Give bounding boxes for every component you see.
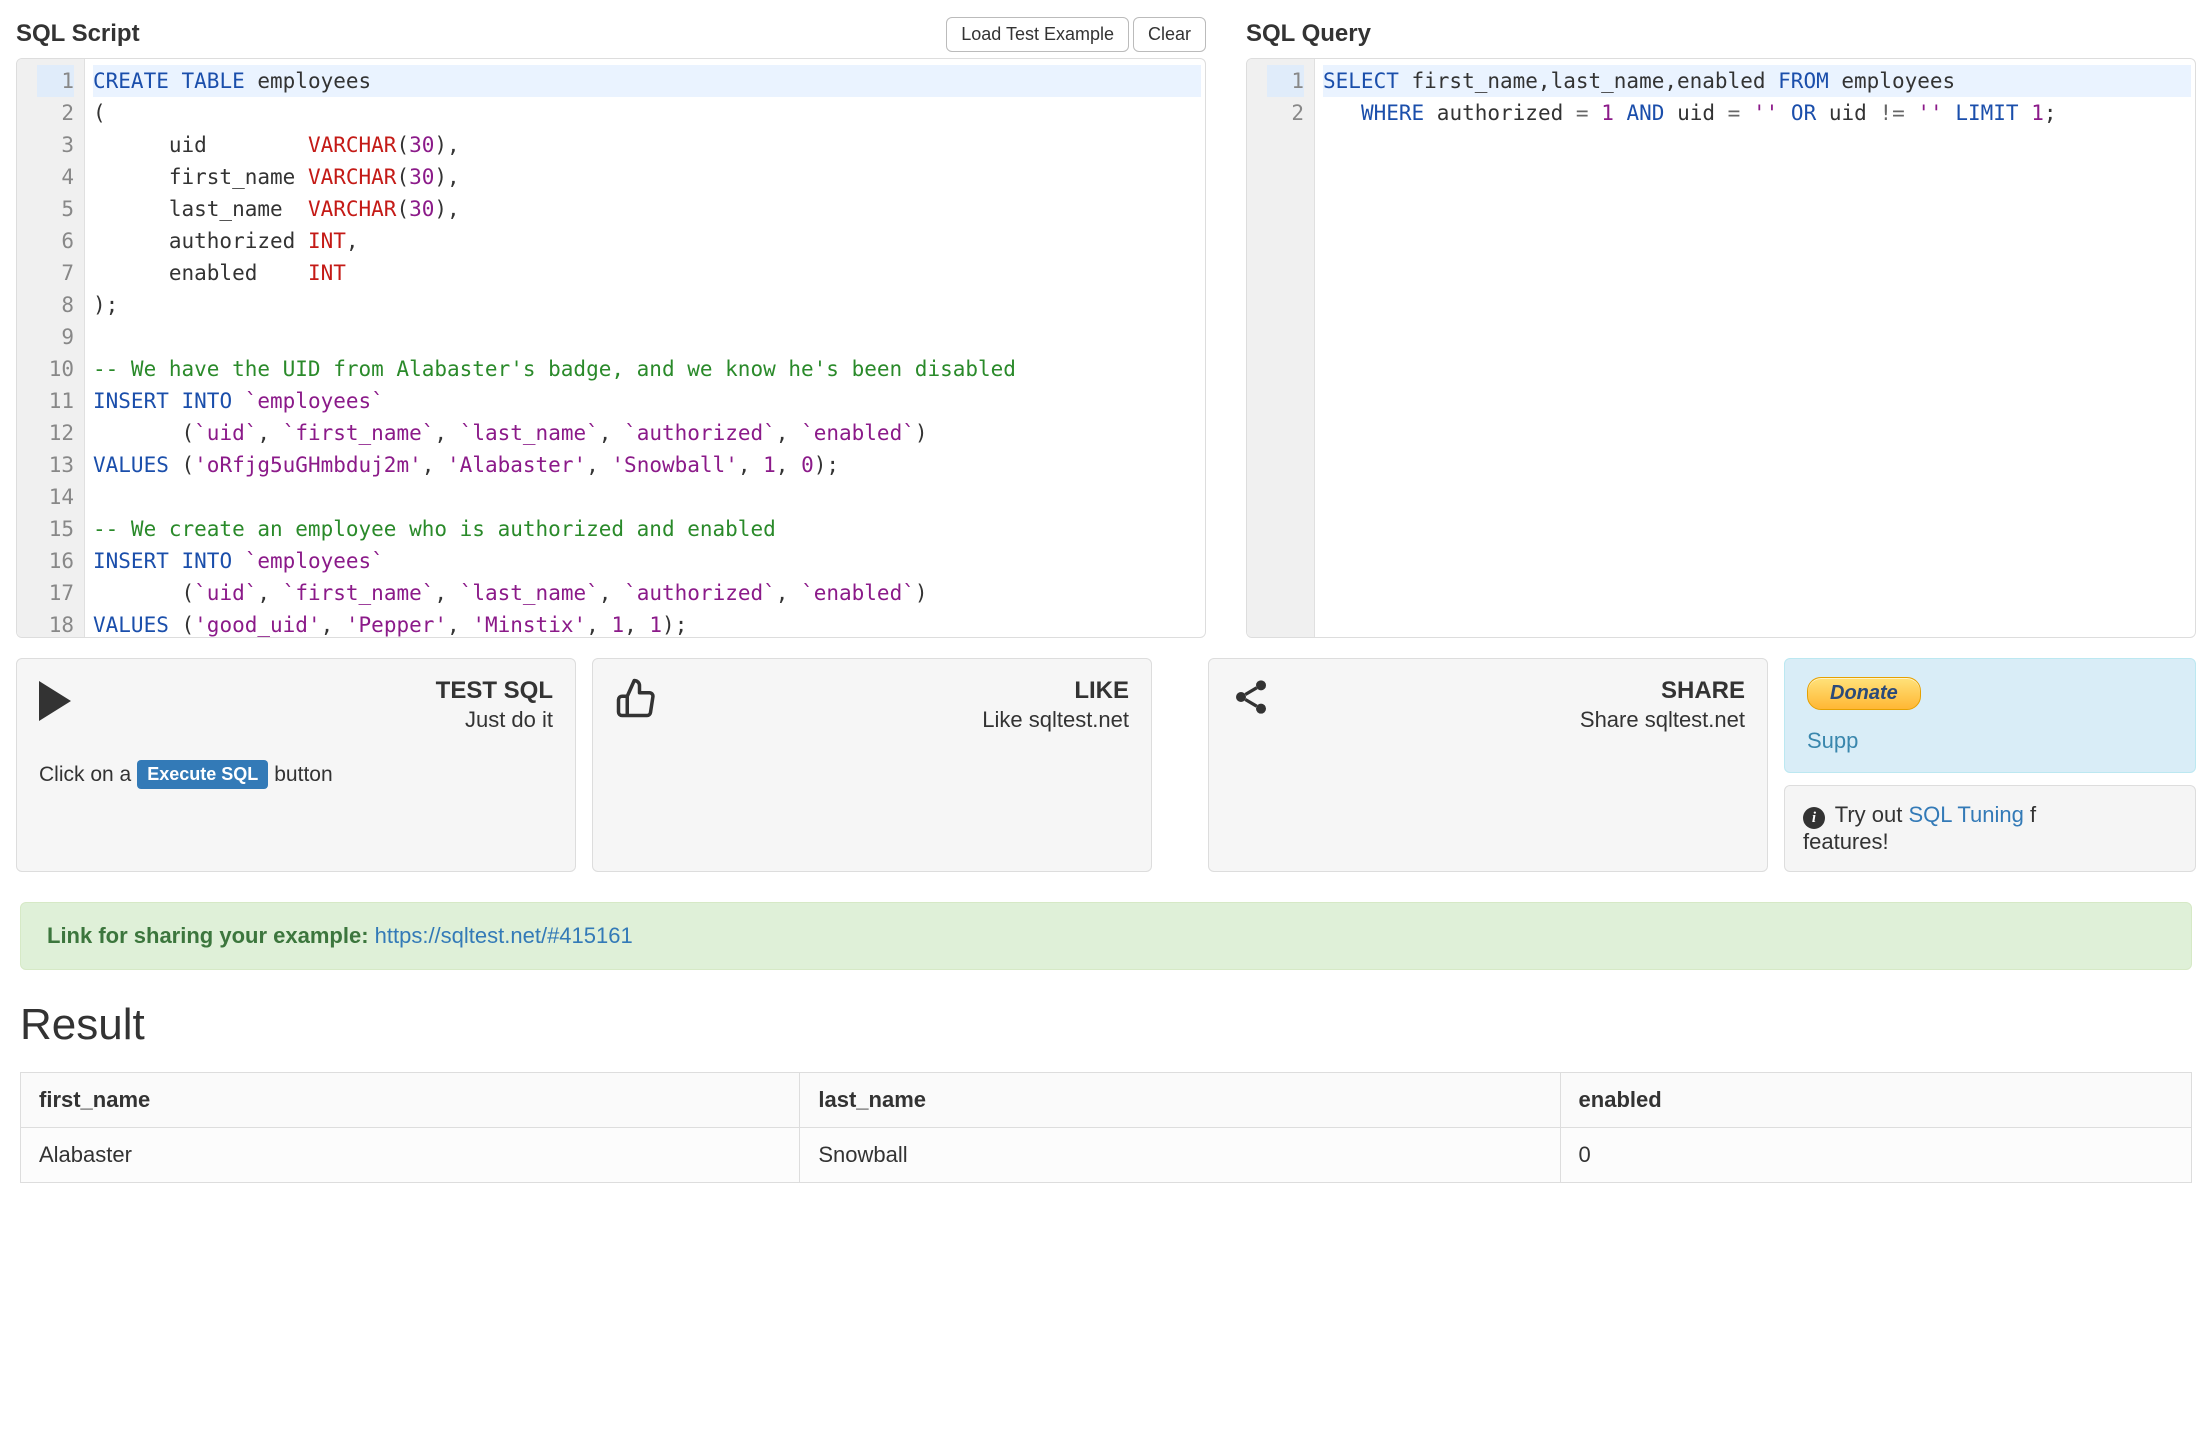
sql-tuning-link[interactable]: SQL Tuning bbox=[1908, 802, 2023, 827]
test-sql-box[interactable]: TEST SQL Just do it Click on a Execute S… bbox=[16, 658, 576, 872]
result-col-header: last_name bbox=[800, 1073, 1560, 1128]
donate-button[interactable]: Donate bbox=[1807, 677, 1921, 710]
sql-script-editor[interactable]: 123456789101112131415161718 CREATE TABLE… bbox=[16, 58, 1206, 638]
result-section: Result first_namelast_nameenabled Alabas… bbox=[16, 1000, 2196, 1183]
sql-script-title: SQL Script bbox=[16, 20, 140, 48]
clear-button[interactable]: Clear bbox=[1133, 17, 1206, 52]
donate-sub: Supp bbox=[1807, 728, 1858, 754]
result-table: first_namelast_nameenabled AlabasterSnow… bbox=[20, 1072, 2192, 1183]
sql-script-panel: SQL Script Load Test Example Clear 12345… bbox=[16, 16, 1206, 638]
table-row: AlabasterSnowball0 bbox=[21, 1128, 2192, 1183]
share-icon bbox=[1231, 677, 1291, 717]
share-link-label: Link for sharing your example: bbox=[47, 923, 375, 948]
test-sql-title: TEST SQL bbox=[99, 677, 553, 705]
result-cell: Snowball bbox=[800, 1128, 1560, 1183]
sql-query-editor[interactable]: 12 SELECT first_name,last_name,enabled F… bbox=[1246, 58, 2196, 638]
like-box[interactable]: LIKE Like sqltest.net bbox=[592, 658, 1152, 872]
share-title: SHARE bbox=[1291, 677, 1745, 705]
result-cell: Alabaster bbox=[21, 1128, 800, 1183]
thumbs-up-icon bbox=[615, 677, 675, 719]
test-sql-sub: Just do it bbox=[99, 707, 553, 733]
load-test-example-button[interactable]: Load Test Example bbox=[946, 17, 1129, 52]
result-title: Result bbox=[20, 1000, 2192, 1050]
share-sub: Share sqltest.net bbox=[1291, 707, 1745, 733]
result-col-header: enabled bbox=[1560, 1073, 2191, 1128]
info-icon: i bbox=[1803, 807, 1825, 829]
share-link-url[interactable]: https://sqltest.net/#415161 bbox=[375, 923, 633, 948]
sql-query-panel: SQL Query 12 SELECT first_name,last_name… bbox=[1246, 16, 2196, 638]
like-title: LIKE bbox=[675, 677, 1129, 705]
like-sub: Like sqltest.net bbox=[675, 707, 1129, 733]
sql-query-title: SQL Query bbox=[1246, 20, 1371, 48]
share-link-alert: Link for sharing your example: https://s… bbox=[20, 902, 2192, 970]
result-cell: 0 bbox=[1560, 1128, 2191, 1183]
result-col-header: first_name bbox=[21, 1073, 800, 1128]
test-sql-hint: Click on a Execute SQL button bbox=[39, 760, 333, 789]
donate-box: Donate Supp bbox=[1784, 658, 2196, 773]
share-box[interactable]: SHARE Share sqltest.net bbox=[1208, 658, 1768, 872]
play-icon bbox=[39, 677, 99, 731]
execute-sql-badge: Execute SQL bbox=[137, 760, 268, 789]
tryout-box: i Try out SQL Tuning f features! bbox=[1784, 785, 2196, 872]
